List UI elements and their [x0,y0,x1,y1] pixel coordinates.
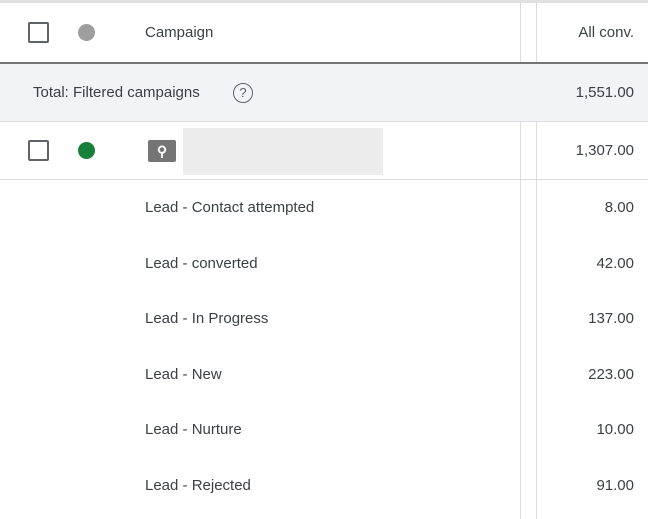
conversion-value: 8.00 [604,199,634,216]
row-checkbox[interactable] [28,140,49,161]
conversion-row: Lead - Nurture 10.00 [0,402,648,457]
conversion-action-label: Lead - Contact attempted [145,199,315,216]
table-header: Campaign All conv. [0,3,648,64]
all-conv-column-header[interactable]: All conv. [578,24,634,41]
conversion-value: 42.00 [596,254,634,272]
search-icon: ⚲ [148,139,176,162]
campaign-value: 1,307.00 [575,142,634,159]
help-circle-icon[interactable]: ? [233,82,253,103]
conversion-row: Lead - Contact attempted 8.00 [0,180,648,235]
conversion-value: 223.00 [588,365,634,383]
campaign-name-redacted[interactable] [183,128,383,175]
conversion-row: Lead - In Progress 137.00 [0,291,648,346]
conversion-value: 137.00 [588,310,634,327]
conversion-value: 10.00 [596,421,634,438]
conversion-row: Lead - Rejected 91.00 [0,458,648,513]
campaign-column-header[interactable]: Campaign [145,24,213,41]
conversion-row: Lead - New 223.00 [0,347,648,402]
status-dot-icon[interactable] [78,142,95,159]
conversion-action-label: Lead - Rejected [145,476,251,494]
select-all-checkbox[interactable] [28,22,49,43]
status-dot-icon[interactable] [78,24,95,41]
conversion-action-label: Lead - In Progress [145,310,269,327]
conversion-action-label: Lead - New [145,365,222,383]
total-row: Total: Filtered campaigns ? 1,551.00 [0,64,648,122]
conversion-row: Lead - converted 42.00 [0,236,648,291]
conversion-action-label: Lead - converted [145,254,258,272]
total-value: 1,551.00 [575,84,634,101]
total-label: Total: Filtered campaigns [33,84,200,101]
conversion-action-label: Lead - Nurture [145,421,242,438]
campaign-row: ⚲ 1,307.00 [0,122,648,180]
conversion-value: 91.00 [596,476,634,494]
